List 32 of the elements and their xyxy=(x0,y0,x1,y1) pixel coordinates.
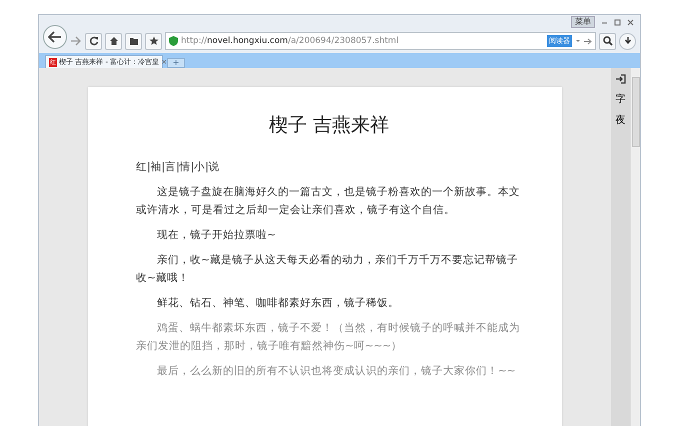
refresh-icon xyxy=(88,36,98,46)
new-tab-button[interactable]: + xyxy=(167,58,185,68)
paragraph: 鲜花、钻石、神笔、咖啡都素好东西，镜子稀饭。 xyxy=(156,296,400,312)
sign-in-icon xyxy=(616,74,626,84)
dropdown-icon[interactable] xyxy=(575,38,581,44)
maximize-icon[interactable] xyxy=(614,18,621,26)
close-icon[interactable] xyxy=(627,18,634,26)
url-text: http://novel.hongxiu.com/a/200694/2308057.shtml xyxy=(181,34,399,48)
paragraph: 鸡蛋、蜗牛都素坏东西，镜子不爱！（当然，有时候镜子的呼喊并不能成为亲们发泄的阻挡，那时，镜子唯有黯然神伤~呵~~~） xyxy=(136,321,521,354)
home-icon xyxy=(108,36,118,46)
back-button[interactable] xyxy=(43,25,67,49)
category-text: 红|袖|言|情|小|说 xyxy=(136,160,221,174)
search-button[interactable] xyxy=(599,32,616,50)
home-button[interactable] xyxy=(105,32,122,50)
go-arrow-icon[interactable] xyxy=(584,38,592,44)
folder-button[interactable] xyxy=(125,32,142,50)
paragraph: 亲们，收~藏是镜子从这天每天必看的动力，亲们千万千万不要忘记帮镜子收~藏哦！ xyxy=(136,253,519,286)
star-icon xyxy=(148,36,158,46)
download-button[interactable] xyxy=(619,32,636,50)
download-icon xyxy=(624,37,632,45)
scrollbar[interactable] xyxy=(630,68,640,426)
star-button[interactable] xyxy=(145,32,162,50)
folder-icon xyxy=(128,36,138,46)
search-icon xyxy=(602,36,612,46)
menu-button[interactable]: 菜单 xyxy=(571,16,595,28)
paragraph: 现在，镜子开始拉票啦~ xyxy=(156,228,277,244)
paragraph: 这是镜子盘旋在脑海好久的一篇古文，也是镜子粉喜欢的一个新故事。本文或许清水，可是看过之后却一定会让亲们喜欢，镜子有这个自信。 xyxy=(136,185,521,218)
paragraph: 最后，么么新的旧的所有不认识也将变成认识的亲们，镜子大家你们！~~ xyxy=(156,364,517,380)
shield-icon xyxy=(169,36,178,46)
refresh-button[interactable] xyxy=(85,32,102,50)
article-title: 楔子 吉燕来祥 xyxy=(268,113,390,138)
back-arrow-icon xyxy=(48,31,62,43)
